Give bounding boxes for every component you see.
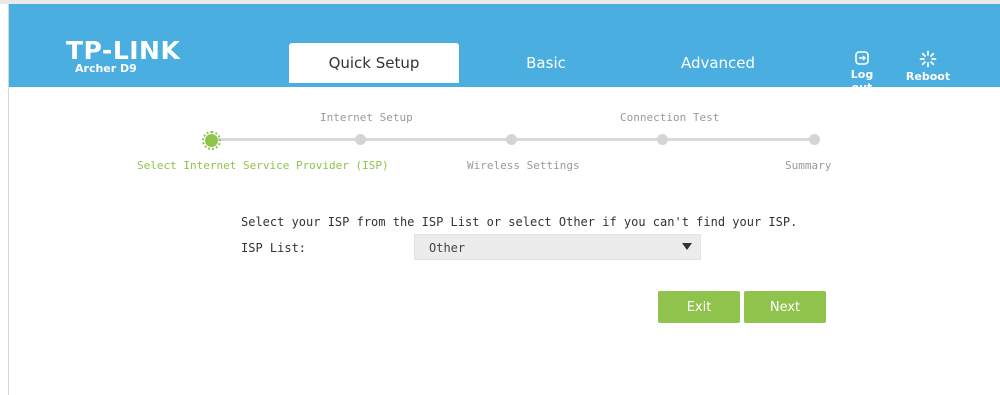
step-label-internet-setup: Internet Setup (320, 111, 413, 124)
isp-selected-value: Other (429, 241, 466, 255)
isp-instruction: Select your ISP from the ISP List or sel… (241, 215, 798, 229)
step-dot-summary (809, 134, 820, 145)
caret-down-icon (682, 243, 692, 250)
step-label-summary: Summary (785, 159, 832, 172)
setup-progress: Internet Setup Connection Test Select In… (0, 0, 1000, 190)
exit-button[interactable]: Exit (658, 291, 740, 323)
isp-list-select[interactable]: Other (414, 234, 701, 260)
step-dot-connection-test (657, 134, 668, 145)
step-dot-internet-setup (355, 134, 366, 145)
step-dot-isp (202, 131, 221, 150)
step-label-wireless: Wireless Settings (467, 159, 580, 172)
next-button[interactable]: Next (744, 291, 826, 323)
step-dot-wireless (506, 134, 517, 145)
step-label-connection-test: Connection Test (620, 111, 720, 124)
step-label-isp: Select Internet Service Provider (ISP) (137, 159, 389, 172)
isp-list-label: ISP List: (241, 241, 307, 255)
